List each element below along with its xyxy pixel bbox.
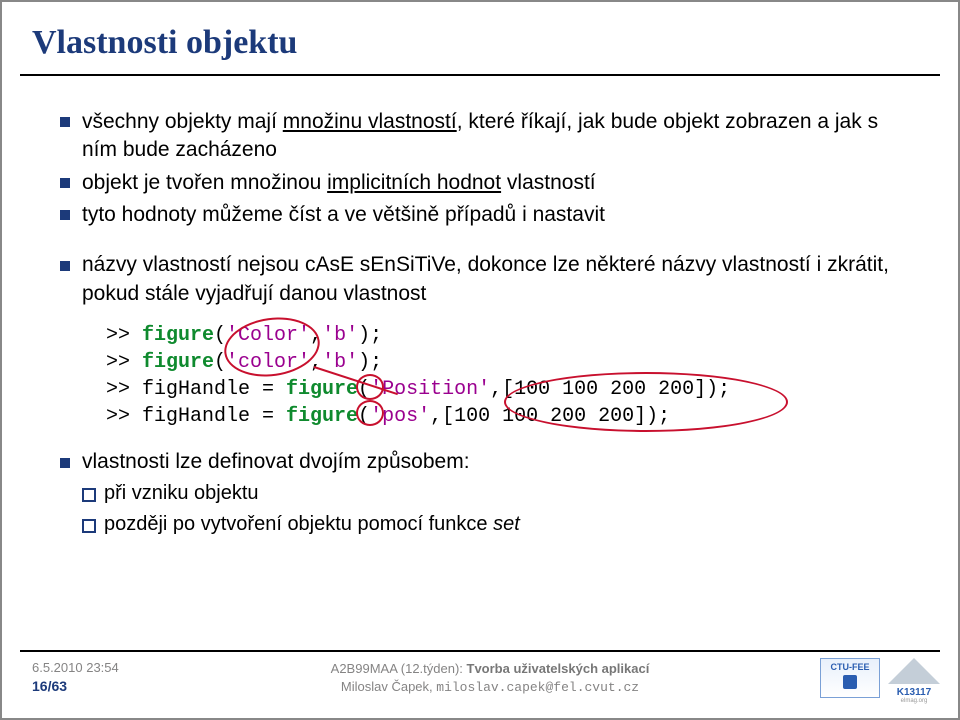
code-line-1: >> figure('Color','b'); (106, 322, 918, 349)
footer-email: miloslav.capek@fel.cvut.cz (436, 680, 639, 695)
code-text: ( (358, 378, 370, 401)
logo-text: CTU-FEE (831, 662, 870, 672)
bullet-4: názvy vlastností nejsou cAsE sEnSiTiVe, … (60, 251, 918, 308)
code-str: 'Color' (226, 324, 310, 347)
prompt: >> figHandle = (106, 378, 286, 401)
code-text: ,[100 100 200 200]); (430, 405, 670, 428)
footer: 6.5.2010 23:54 16/63 A2B99MAA (12.týden)… (2, 650, 958, 718)
slide-title: Vlastnosti objektu (32, 24, 297, 62)
code-text: ,[100 100 200 200]); (490, 378, 730, 401)
footer-page: 16/63 (32, 677, 119, 695)
text: objekt je tvořen množinou (82, 171, 327, 194)
slide: Vlastnosti objektu všechny objekty mají … (0, 0, 960, 720)
title-rule (20, 74, 940, 76)
bullet-5: vlastnosti lze definovat dvojím způsobem… (60, 448, 918, 476)
code-kw: figure (142, 324, 214, 347)
code-kw: figure (286, 378, 358, 401)
code-str: 'b' (322, 324, 358, 347)
code-text: ); (358, 351, 382, 374)
footer-right: CTU-FEE K13117 elmag.org (820, 658, 940, 698)
code-str: 'pos' (370, 405, 430, 428)
bullet-3: tyto hodnoty můžeme číst a ve většině př… (60, 201, 918, 229)
footer-topic: Tvorba uživatelských aplikací (467, 661, 650, 676)
text: všechny objekty mají (82, 110, 283, 133)
text: později po vytvoření objektu pomocí funk… (104, 513, 493, 535)
footer-rule (20, 650, 940, 652)
code-str: 'Position' (370, 378, 490, 401)
code-line-2: >> figure('color','b'); (106, 349, 918, 376)
prompt: >> figHandle = (106, 405, 286, 428)
code-text: , (310, 324, 322, 347)
footer-left: 6.5.2010 23:54 16/63 (32, 660, 119, 695)
text-italic: set (493, 513, 520, 535)
bullet-1: všechny objekty mají množinu vlastností,… (60, 108, 918, 165)
footer-course: A2B99MAA (12.týden): (331, 661, 467, 676)
logo-subtext: elmag.org (888, 698, 940, 704)
ctu-fee-logo: CTU-FEE (820, 658, 880, 698)
lion-icon (843, 675, 857, 689)
footer-center: A2B99MAA (12.týden): Tvorba uživatelskýc… (202, 660, 778, 696)
prompt: >> (106, 351, 142, 374)
subbullet-1: při vzniku objektu (60, 480, 918, 507)
footer-author: Miloslav Čapek, (341, 679, 436, 694)
subbullet-2: později po vytvoření objektu pomocí funk… (60, 511, 918, 538)
code-text: ( (358, 405, 370, 428)
code-text: ( (214, 324, 226, 347)
bullet-2: objekt je tvořen množinou implicitních h… (60, 169, 918, 197)
code-str: 'color' (226, 351, 310, 374)
code-line-3: >> figHandle = figure('Position',[100 10… (106, 376, 918, 403)
code-str: 'b' (322, 351, 358, 374)
code-block: >> figure('Color','b'); >> figure('color… (106, 322, 918, 430)
triangle-icon (888, 658, 940, 684)
footer-date: 6.5.2010 23:54 (32, 660, 119, 677)
code-line-4: >> figHandle = figure('pos',[100 100 200… (106, 403, 918, 430)
k13117-logo: K13117 elmag.org (888, 658, 940, 698)
code-kw: figure (142, 351, 214, 374)
logo-text: K13117 (888, 687, 940, 698)
text: vlastností (501, 171, 596, 194)
code-text: ( (214, 351, 226, 374)
code-text: , (310, 351, 322, 374)
text-underline: implicitních hodnot (327, 171, 501, 194)
code-kw: figure (286, 405, 358, 428)
text-underline: množinu vlastností (283, 110, 457, 133)
prompt: >> (106, 324, 142, 347)
content-area: všechny objekty mají množinu vlastností,… (60, 108, 918, 542)
code-text: ); (358, 324, 382, 347)
